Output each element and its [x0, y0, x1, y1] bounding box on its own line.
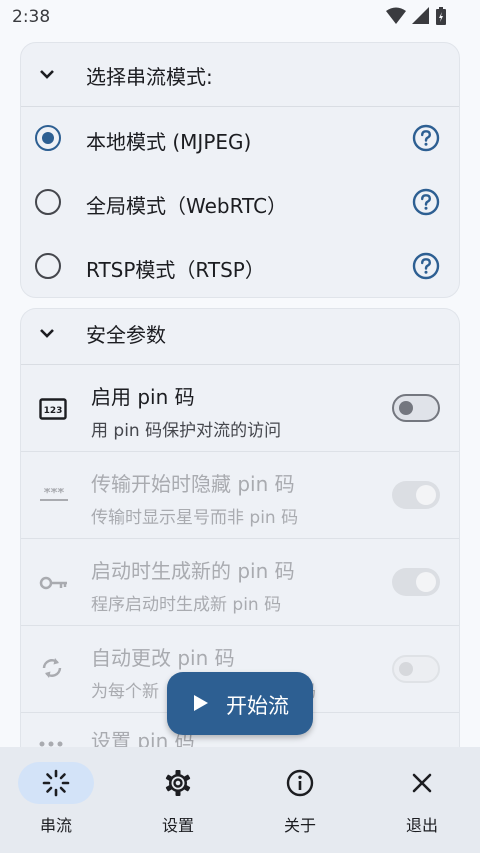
key-icon [39, 576, 67, 590]
setting-title: 自动更改 pin 码 [91, 646, 235, 670]
nav-label: 设置 [161, 816, 194, 835]
setting-subtitle: 程序启动时生成新 pin 码 [91, 595, 282, 615]
nav-label: 退出 [405, 816, 438, 835]
nav-item-exit[interactable]: 退出 [366, 747, 480, 853]
mode-option-mjpeg[interactable]: 本地模式 (MJPEG) [21, 107, 459, 171]
stream-mode-card: 选择串流模式: 本地模式 (MJPEG) 全局模式（WebRTC） RTSP模式… [20, 42, 460, 298]
svg-text:123: 123 [44, 406, 63, 416]
nav-item-about[interactable]: 关于 [244, 747, 364, 853]
setting-subtitle: 传输时显示星号而非 pin 码 [91, 508, 299, 528]
mode-option-webrtc[interactable]: 全局模式（WebRTC） [21, 171, 459, 235]
status-icons [386, 7, 446, 25]
battery-icon [436, 7, 446, 25]
radio-webrtc[interactable] [35, 189, 61, 215]
pin-number-icon: 123 [39, 398, 67, 420]
chevron-down-icon [40, 329, 54, 338]
stream-mode-title: 选择串流模式: [86, 65, 213, 89]
setting-title: 启用 pin 码 [91, 385, 195, 409]
setting-enable-pin[interactable]: 123 启用 pin 码 用 pin 码保护对流的访问 [21, 365, 459, 452]
setting-title: 传输开始时隐藏 pin 码 [91, 472, 295, 496]
wifi-icon [386, 7, 406, 24]
security-title: 安全参数 [86, 323, 166, 347]
new-pin-switch [392, 568, 440, 596]
auto-change-pin-switch [392, 655, 440, 683]
nav-label: 串流 [39, 816, 72, 835]
radio-mjpeg[interactable] [35, 125, 61, 151]
enable-pin-switch[interactable] [392, 394, 440, 422]
stream-icon [42, 769, 70, 797]
play-icon [194, 695, 208, 711]
nav-item-settings[interactable]: 设置 [122, 747, 242, 853]
setting-subtitle: 为每个新 [91, 682, 159, 702]
bottom-nav: 串流 设置 关于 退出 [0, 747, 480, 853]
status-time: 2:38 [12, 7, 51, 27]
nav-label: 关于 [283, 816, 316, 835]
refresh-icon [42, 658, 62, 678]
start-stream-button[interactable]: 开始流 [167, 672, 313, 735]
setting-subtitle: 用 pin 码保护对流的访问 [91, 421, 282, 441]
start-stream-label: 开始流 [226, 694, 289, 718]
help-icon[interactable] [412, 252, 440, 280]
gear-icon [165, 770, 191, 796]
info-icon [286, 769, 314, 797]
mode-option-label: 全局模式（WebRTC） [86, 194, 288, 218]
close-icon [412, 773, 432, 793]
status-bar: 2:38 [0, 0, 480, 34]
hide-pin-switch [392, 481, 440, 509]
stream-mode-header[interactable]: 选择串流模式: [21, 43, 459, 107]
security-header[interactable]: 安全参数 [21, 309, 459, 365]
help-icon[interactable] [412, 188, 440, 216]
mode-option-label: 本地模式 (MJPEG) [86, 130, 252, 154]
asterisk-icon: *** [40, 488, 68, 501]
signal-icon [412, 7, 429, 24]
mode-option-rtsp[interactable]: RTSP模式（RTSP） [21, 235, 459, 299]
setting-hide-pin: *** 传输开始时隐藏 pin 码 传输时显示星号而非 pin 码 [21, 452, 459, 539]
setting-title: 启动时生成新的 pin 码 [91, 559, 295, 583]
setting-new-pin: 启动时生成新的 pin 码 程序启动时生成新 pin 码 [21, 539, 459, 626]
radio-rtsp[interactable] [35, 253, 61, 279]
mode-option-label: RTSP模式（RTSP） [86, 258, 265, 282]
nav-item-stream[interactable]: 串流 [0, 747, 120, 853]
chevron-down-icon [40, 70, 54, 79]
help-icon[interactable] [412, 124, 440, 152]
